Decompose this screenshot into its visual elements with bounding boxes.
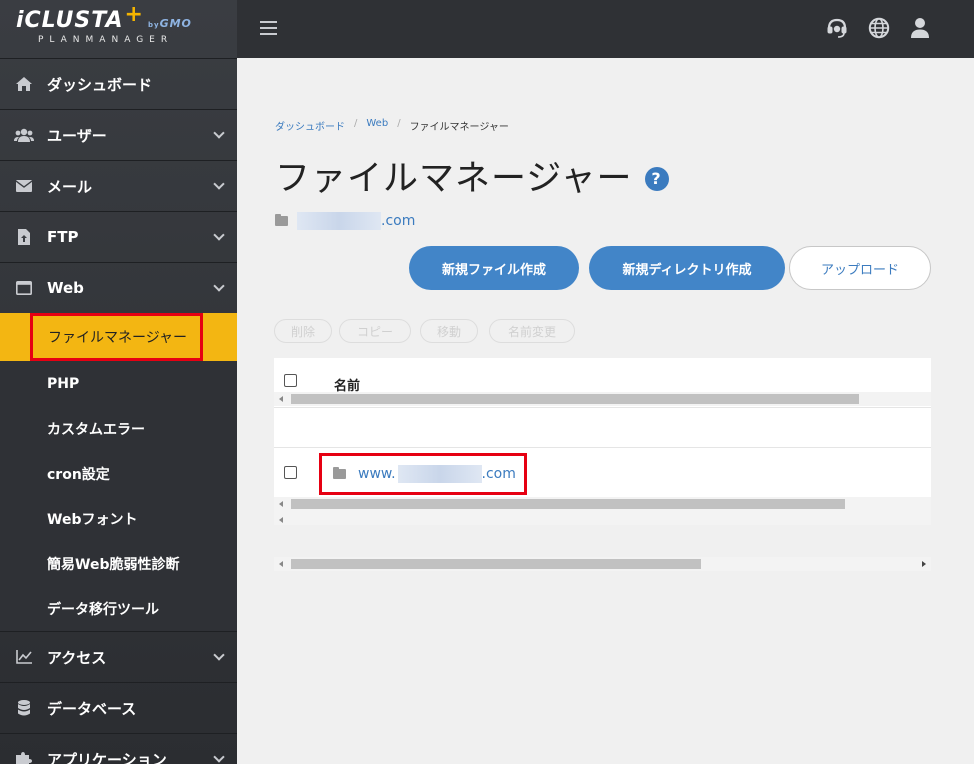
breadcrumb-web[interactable]: Web (366, 118, 388, 133)
row-checkbox[interactable] (284, 466, 297, 479)
chevron-down-icon (213, 229, 225, 241)
sidebar-item-label: メール (47, 177, 93, 196)
sidebar-item-database[interactable]: データベース (0, 682, 237, 733)
sidebar-item-label: アクセス (47, 648, 107, 667)
menu-icon[interactable] (260, 21, 277, 35)
sidebar-subitem-migration[interactable]: データ移行ツール (0, 586, 237, 631)
sidebar-item-label: ダッシュボード (47, 75, 153, 94)
new-file-button[interactable]: 新規ファイル作成 (409, 246, 579, 290)
redacted-text (297, 212, 381, 230)
scroll-thumb[interactable] (291, 499, 845, 509)
sidebar-item-web[interactable]: Web (0, 262, 237, 313)
main-content: ダッシュボード / Web / ファイルマネージャー ファイルマネージャー ? … (237, 58, 974, 764)
breadcrumb-dashboard[interactable]: ダッシュボード (275, 118, 345, 133)
sidebar-subitem-webfont[interactable]: Webフォント (0, 496, 237, 541)
scroll-thumb[interactable] (291, 394, 859, 404)
chevron-down-icon (213, 280, 225, 292)
chevron-down-icon (213, 127, 225, 139)
sidebar-subitem-vuln-scan[interactable]: 簡易Web脆弱性診断 (0, 541, 237, 586)
topbar (237, 0, 974, 58)
file-upload-icon (14, 229, 34, 245)
logo-by: by (147, 21, 160, 29)
folder-icon (275, 214, 288, 226)
chevron-down-icon (213, 751, 225, 763)
sidebar-subitem-cron[interactable]: cron設定 (0, 451, 237, 496)
sidebar-item-label: Web (47, 279, 84, 297)
sidebar-subitem-custom-error[interactable]: カスタムエラー (0, 406, 237, 451)
sidebar-item-dashboard[interactable]: ダッシュボード (0, 58, 237, 109)
sidebar-item-label: データベース (47, 699, 137, 718)
mail-icon (14, 178, 34, 194)
select-all-checkbox[interactable] (284, 374, 297, 387)
user-icon[interactable] (909, 17, 931, 39)
new-directory-button[interactable]: 新規ディレクトリ作成 (589, 246, 785, 290)
scroll-left-icon[interactable] (279, 517, 283, 523)
scroll-left-icon[interactable] (279, 561, 283, 567)
file-table: 名前 www. .com (274, 358, 931, 525)
header-scrollbar[interactable] (274, 392, 931, 406)
scroll-left-icon[interactable] (279, 396, 283, 402)
current-path: .com (275, 212, 415, 230)
page-scrollbar[interactable] (274, 557, 931, 571)
table-header: 名前 (274, 358, 931, 408)
sidebar-item-label: アプリケーション (47, 750, 167, 764)
chart-icon (14, 649, 34, 665)
chevron-down-icon (213, 178, 225, 190)
web-submenu: ファイルマネージャー PHP カスタムエラー cron設定 Webフォント 簡易… (0, 313, 237, 631)
globe-icon[interactable] (868, 17, 890, 39)
breadcrumb-current: ファイルマネージャー (409, 122, 509, 133)
scroll-thumb[interactable] (291, 559, 701, 569)
support-icon[interactable] (826, 17, 848, 39)
window-icon (14, 280, 34, 296)
page-title: ファイルマネージャー (275, 159, 633, 199)
logo-main: iCLUSTA (16, 8, 124, 33)
logo[interactable]: iCLUSTA + by GMO PLANMANAGER (0, 0, 237, 58)
row-name-suffix: .com (481, 466, 516, 482)
puzzle-icon (14, 751, 34, 764)
logo-subtitle: PLANMANAGER (38, 35, 174, 45)
copy-button[interactable]: コピー (339, 319, 411, 343)
page-title-row: ファイルマネージャー ? (275, 150, 669, 201)
row-name-prefix: www. (358, 466, 396, 482)
users-icon (14, 127, 34, 143)
logo-plus: + (124, 2, 144, 27)
table-row[interactable]: www. .com (274, 448, 931, 525)
chevron-down-icon (213, 649, 225, 661)
database-icon (14, 700, 34, 716)
sidebar-item-applications[interactable]: アプリケーション (0, 733, 237, 764)
sidebar: iCLUSTA + by GMO PLANMANAGER ダッシュボード ユーザー メ… (0, 0, 237, 764)
sidebar-item-label: FTP (47, 228, 79, 246)
home-icon (14, 76, 34, 92)
sidebar-item-mail[interactable]: メール (0, 160, 237, 211)
logo-gmo: GMO (159, 17, 192, 30)
rename-button[interactable]: 名前変更 (489, 319, 575, 343)
row-scrollbar[interactable] (274, 497, 931, 525)
sidebar-item-label: ユーザー (47, 126, 107, 145)
sidebar-subitem-php[interactable]: PHP (0, 361, 237, 406)
sidebar-subitem-label: ファイルマネージャー (48, 330, 188, 346)
move-button[interactable]: 移動 (420, 319, 478, 343)
scroll-right-icon[interactable] (922, 561, 926, 567)
upload-button[interactable]: アップロード (789, 246, 931, 290)
scroll-left-icon[interactable] (279, 501, 283, 507)
path-link[interactable]: .com (381, 213, 415, 229)
sidebar-item-ftp[interactable]: FTP (0, 211, 237, 262)
sidebar-subitem-file-manager[interactable]: ファイルマネージャー (0, 313, 237, 361)
redacted-text (397, 465, 482, 483)
row-name-link[interactable]: www. .com (319, 453, 527, 495)
sidebar-item-users[interactable]: ユーザー (0, 109, 237, 160)
sidebar-item-access[interactable]: アクセス (0, 631, 237, 682)
folder-icon (333, 467, 346, 479)
delete-button[interactable]: 削除 (274, 319, 332, 343)
help-icon[interactable]: ? (644, 166, 669, 191)
table-row-empty (274, 408, 931, 448)
breadcrumb: ダッシュボード / Web / ファイルマネージャー (275, 118, 509, 133)
